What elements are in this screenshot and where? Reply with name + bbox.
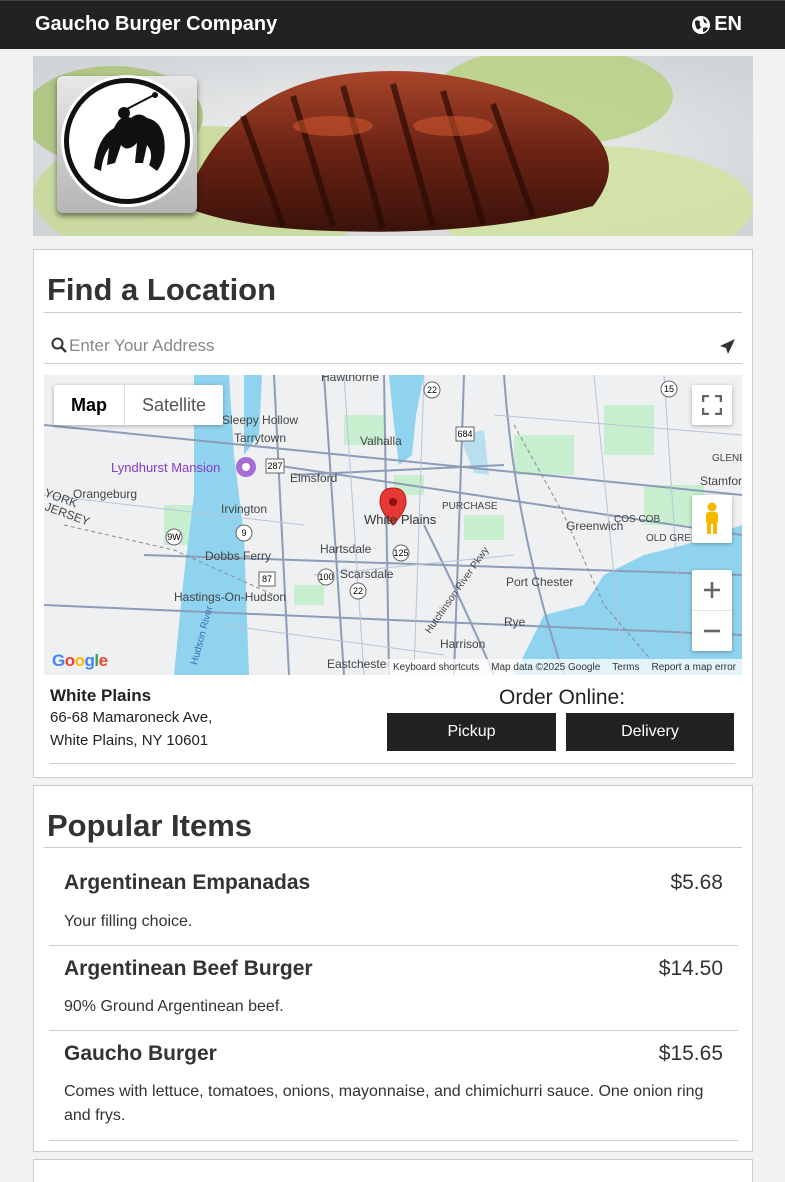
map-label: Harrison	[440, 637, 486, 651]
map-label: Eastchester	[327, 657, 391, 671]
map-label: Hastings-On-Hudson	[174, 590, 287, 604]
search-icon	[51, 337, 67, 353]
map-label: Irvington	[221, 502, 268, 516]
brand-name[interactable]: Gaucho Burger Company	[35, 13, 277, 36]
google-logo[interactable]: Google	[52, 651, 108, 671]
plus-icon	[704, 582, 720, 598]
language-code: EN	[714, 13, 742, 35]
svg-text:100: 100	[318, 572, 333, 582]
map-label: Stamford	[700, 474, 742, 488]
svg-text:87: 87	[262, 574, 272, 584]
svg-text:684: 684	[457, 429, 472, 439]
menu-item-name: Gaucho Burger	[64, 1042, 217, 1065]
address-line-2: White Plains, NY 10601	[50, 732, 209, 749]
zoom-out-button[interactable]	[692, 611, 732, 651]
map-type-map-button[interactable]: Map	[54, 385, 124, 425]
menu-item-description: Your filling choice.	[64, 913, 193, 930]
menu-item[interactable]: Argentinean Empanadas $5.68 Your filling…	[49, 871, 738, 946]
menu-item-price: $14.50	[658, 957, 723, 980]
minus-icon	[704, 629, 720, 632]
map-label: Hawthorne	[321, 375, 380, 384]
menu-item-name: Argentinean Beef Burger	[64, 957, 313, 980]
popular-items-panel: Popular Items Argentinean Empanadas $5.6…	[33, 785, 753, 1152]
map-label: GLENB	[712, 453, 742, 464]
find-location-panel: Find a Location Enter Your Address 287 6…	[33, 249, 753, 778]
map-data-attribution: Map data ©2025 Google	[491, 661, 601, 673]
menu-item-description: Comes with lettuce, tomatoes, onions, ma…	[64, 1083, 704, 1124]
top-navbar: Gaucho Burger Company EN	[0, 0, 785, 49]
map-label: Rye	[504, 615, 526, 629]
map-label: Port Chester	[506, 575, 574, 589]
map-label: Scarsdale	[340, 567, 394, 581]
svg-text:125: 125	[393, 548, 408, 558]
svg-text:9W: 9W	[167, 532, 181, 542]
map-label: Orangeburg	[73, 487, 138, 501]
location-name: White Plains	[50, 686, 152, 705]
address-line-1: 66-68 Mamaroneck Ave,	[50, 709, 213, 726]
menu-item-name: Argentinean Empanadas	[64, 871, 311, 894]
svg-text:9: 9	[241, 528, 246, 538]
keyboard-shortcuts-link[interactable]: Keyboard shortcuts	[393, 662, 479, 673]
pickup-button[interactable]: Pickup	[387, 713, 556, 751]
svg-text:287: 287	[267, 461, 282, 471]
map-label: PURCHASE	[442, 501, 498, 512]
map-label: COS COB	[614, 514, 661, 525]
address-input[interactable]	[69, 332, 709, 360]
svg-text:22: 22	[353, 586, 363, 596]
map-poi-label[interactable]: Lyndhurst Mansion	[111, 460, 220, 475]
menu-item-price: $5.68	[670, 871, 723, 894]
fullscreen-button[interactable]	[692, 385, 732, 425]
pegman-icon	[706, 502, 718, 534]
title-divider	[44, 312, 742, 313]
locate-arrow-icon[interactable]	[719, 338, 736, 355]
map-footer: Keyboard shortcuts Map data ©2025 Google…	[386, 659, 742, 675]
find-location-title: Find a Location	[47, 272, 277, 307]
menu-item[interactable]: Argentinean Beef Burger $14.50 90% Groun…	[49, 957, 738, 1031]
popular-items-title: Popular Items	[47, 808, 252, 843]
map-label: Tarrytown	[234, 431, 287, 445]
globe-icon	[692, 15, 711, 34]
map-label: Dobbs Ferry	[205, 549, 272, 563]
address-search	[44, 328, 742, 364]
delivery-button[interactable]: Delivery	[566, 713, 734, 751]
menu-item[interactable]: Gaucho Burger $15.65 Comes with lettuce,…	[49, 1042, 738, 1141]
map-label: Sleepy Hollow	[222, 413, 299, 427]
location-divider	[50, 763, 735, 764]
menu-item-price: $15.65	[658, 1042, 723, 1065]
map-type-control: Map Satellite	[54, 385, 224, 425]
map-label: Valhalla	[360, 434, 402, 448]
map-type-satellite-button[interactable]: Satellite	[124, 385, 223, 425]
terms-link[interactable]: Terms	[612, 662, 639, 673]
language-selector[interactable]: EN	[691, 13, 742, 36]
map-label: Elmsford	[290, 471, 338, 485]
svg-text:22: 22	[427, 385, 437, 395]
fullscreen-icon	[702, 395, 722, 415]
restaurant-logo	[57, 76, 197, 213]
location-map[interactable]: 287 684 22 15 87 125 100 22 9W 9 Hawthor…	[44, 375, 742, 675]
map-label: Hartsdale	[320, 542, 372, 556]
order-online-label: Order Online:	[499, 686, 626, 709]
street-view-pegman[interactable]	[692, 495, 732, 543]
report-map-error-link[interactable]: Report a map error	[652, 662, 736, 673]
title-divider	[44, 847, 742, 848]
menu-item-description: 90% Ground Argentinean beef.	[64, 998, 284, 1015]
map-label: White Plains	[364, 512, 437, 527]
svg-text:15: 15	[664, 384, 674, 394]
zoom-in-button[interactable]	[692, 571, 732, 611]
zoom-control	[692, 570, 732, 651]
next-panel	[33, 1159, 753, 1182]
